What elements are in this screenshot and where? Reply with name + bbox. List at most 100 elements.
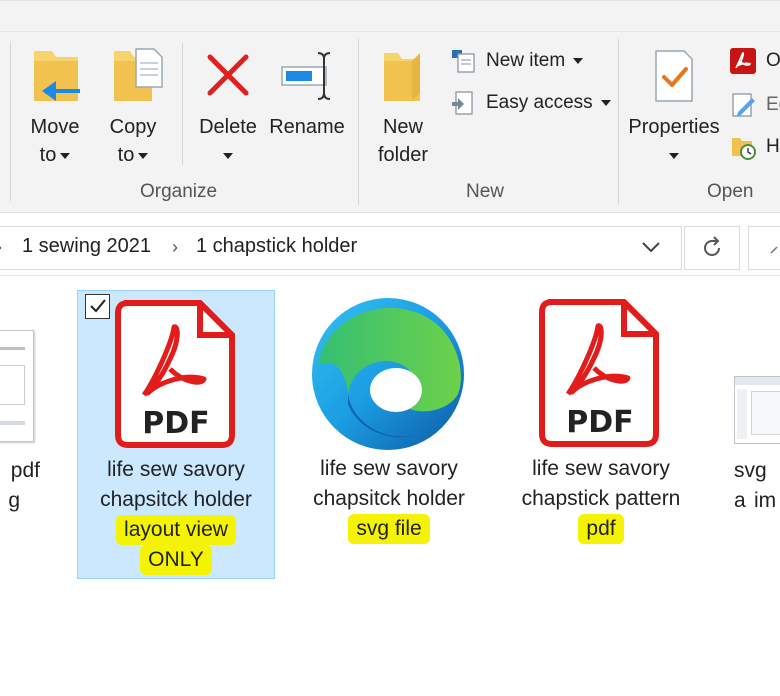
edit-icon	[730, 92, 756, 118]
file-item[interactable]: life sew savory chapsitck holder svg fil…	[290, 290, 488, 550]
file-name-line: chapsitck holder	[313, 487, 465, 510]
move-to-button[interactable]: Move to	[18, 41, 92, 181]
breadcrumb-item[interactable]: 1 chapstick holder	[196, 235, 357, 258]
chevron-down-icon	[223, 152, 233, 159]
properties-icon	[654, 49, 694, 103]
breadcrumb-item[interactable]: 1 sewing 2021	[22, 235, 151, 258]
group-separator-1	[358, 39, 359, 205]
new-folder-label-2: folder	[377, 144, 429, 166]
thumb-line	[0, 347, 25, 350]
copy-to-button[interactable]: Copy to	[96, 41, 170, 181]
file-item[interactable]: svg a im	[722, 290, 780, 530]
file-name-row: ONLY	[78, 545, 274, 575]
easy-access-label: Easy access	[486, 92, 593, 113]
properties-caret-row	[624, 141, 724, 169]
copy-to-label-2: to	[117, 144, 135, 166]
file-name-row: chapstick pattern	[502, 484, 700, 514]
edge-file-icon	[308, 294, 468, 454]
checkmark-icon	[89, 299, 106, 313]
delete-x-icon	[206, 53, 250, 97]
chevron-down-icon	[669, 152, 679, 159]
thumb-sidebar	[737, 389, 747, 439]
new-folder-label-1: New	[382, 116, 423, 138]
file-name-line-highlighted: pdf	[578, 514, 624, 544]
rename-button[interactable]: Rename	[268, 41, 346, 181]
file-thumbnail	[734, 376, 780, 444]
file-name-line-highlighted: layout view	[116, 515, 236, 545]
move-to-label-2-row: to	[18, 141, 92, 169]
history-icon	[730, 134, 756, 160]
open-button[interactable]: O	[730, 45, 780, 77]
file-name-line: life sew savory	[107, 458, 245, 481]
properties-button[interactable]: Properties	[624, 41, 724, 181]
acrobat-icon	[730, 48, 756, 74]
breadcrumb-chevron-icon[interactable]: ›	[172, 237, 178, 258]
thumb-toolbar	[735, 377, 780, 385]
address-dropdown-icon[interactable]	[640, 235, 662, 259]
selection-checkbox[interactable]	[85, 294, 110, 319]
delete-label: Delete	[199, 116, 257, 138]
file-name-line: g	[8, 489, 20, 512]
open-label: O	[766, 50, 780, 71]
file-name-line: chapsitck holder	[100, 488, 252, 511]
file-item[interactable]: pdf g	[0, 290, 46, 530]
breadcrumb-chevron-icon: ›	[0, 237, 2, 258]
file-name-row: life sew savory	[502, 454, 700, 484]
file-name-row: layout view	[78, 515, 274, 545]
file-name-line: life sew savory	[532, 457, 670, 480]
file-name-row: chapsitck holder	[290, 484, 488, 514]
organize-group-label: Organize	[140, 181, 218, 202]
history-label: H	[766, 136, 780, 157]
thumb-page	[751, 391, 780, 435]
pdf-file-icon: PDF	[114, 299, 238, 449]
edit-label: Ec	[766, 94, 780, 115]
copy-to-label-1: Copy	[109, 116, 157, 138]
ribbon-left-edge	[10, 41, 11, 201]
file-item-selected[interactable]: PDF life sew savory chapsitck holder lay…	[77, 290, 275, 579]
organize-separator	[182, 43, 183, 165]
easy-access-icon	[450, 90, 476, 116]
delete-caret-row	[192, 141, 264, 169]
thumb-box	[0, 365, 25, 405]
chevron-down-icon	[573, 58, 584, 64]
file-name-line: chapstick pattern	[521, 487, 681, 510]
easy-access-button[interactable]: Easy access	[450, 87, 611, 119]
delete-button[interactable]: Delete	[192, 41, 264, 181]
ribbon: Move to Copy to Delete Rename Organize N…	[0, 0, 780, 212]
move-to-label-2: to	[39, 144, 57, 166]
edit-button[interactable]: Ec	[730, 89, 780, 121]
file-name-line-highlighted: ONLY	[140, 545, 212, 575]
copy-to-icon	[112, 47, 164, 105]
group-separator-2	[618, 39, 619, 205]
thumb-line	[0, 421, 25, 425]
file-name-row: pdf	[502, 514, 700, 544]
new-group-label: New	[466, 181, 505, 202]
copy-to-label-2-row: to	[96, 141, 170, 169]
properties-label: Properties	[628, 116, 720, 138]
refresh-icon	[704, 236, 720, 256]
file-name-row: life sew savory	[290, 454, 488, 484]
file-name-line: life sew savory	[320, 457, 458, 480]
new-folder-button[interactable]: New folder	[370, 41, 436, 181]
move-to-label-1: Move	[30, 116, 80, 138]
file-name-line: pdf	[10, 459, 40, 482]
file-name-row: svg file	[290, 514, 488, 544]
new-item-button[interactable]: New item	[450, 45, 584, 77]
file-name-line-highlighted: svg file	[348, 514, 430, 544]
pdf-badge-text: PDF	[566, 405, 633, 440]
chevron-down-icon	[60, 152, 71, 159]
pdf-badge-text: PDF	[142, 406, 209, 441]
file-name-row: chapsitck holder	[78, 485, 274, 515]
move-to-icon	[32, 47, 82, 105]
rename-label: Rename	[269, 116, 345, 138]
pdf-file-icon: PDF	[538, 298, 662, 448]
history-button[interactable]: H	[730, 131, 780, 163]
up-arrow-icon	[770, 246, 778, 254]
file-item[interactable]: PDF life sew savory chapstick pattern pd…	[502, 290, 700, 550]
ribbon-tab-divider	[0, 31, 780, 32]
refresh-button[interactable]	[684, 226, 740, 270]
new-item-icon	[450, 48, 476, 74]
chevron-down-icon	[600, 100, 611, 106]
up-button[interactable]	[748, 226, 780, 270]
open-group-label: Open	[707, 181, 754, 202]
